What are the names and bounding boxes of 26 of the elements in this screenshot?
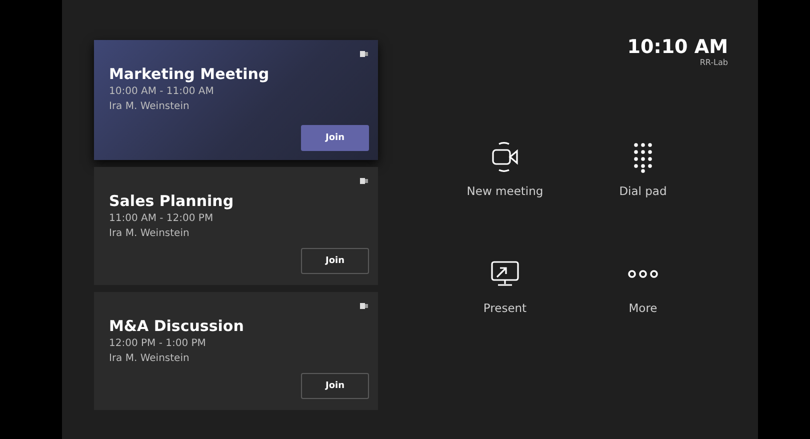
teams-logo-icon — [360, 177, 368, 185]
meeting-card[interactable]: Marketing Meeting 10:00 AM - 11:00 AM Ira M. Weinstein Join — [94, 40, 378, 160]
meeting-time: 10:00 AM - 11:00 AM — [109, 85, 215, 99]
room-name: RR-Lab — [700, 58, 728, 68]
teams-logo-icon — [360, 302, 368, 310]
meeting-title: Marketing Meeting — [109, 65, 270, 84]
action-button[interactable]: More — [574, 257, 712, 331]
meeting-time: 11:00 AM - 12:00 PM — [109, 212, 214, 226]
action-button[interactable]: Dial pad — [574, 140, 712, 214]
meeting-card[interactable]: Sales Planning 11:00 AM - 12:00 PM Ira M. Weinstein Join — [94, 167, 378, 285]
meeting-organizer: Ira M. Weinstein — [109, 352, 190, 366]
action-button[interactable]: New meeting — [436, 140, 574, 214]
action-button[interactable]: Present — [436, 257, 574, 331]
join-button[interactable]: Join — [301, 373, 369, 399]
meeting-card[interactable]: M&A Discussion 12:00 PM - 1:00 PM Ira M. Weinstein Join — [94, 292, 378, 410]
meeting-title: M&A Discussion — [109, 317, 245, 336]
meeting-organizer: Ira M. Weinstein — [109, 227, 190, 241]
join-button[interactable]: Join — [301, 248, 369, 274]
clock-time: 10:10 AM — [627, 36, 728, 58]
meeting-time: 12:00 PM - 1:00 PM — [109, 337, 207, 351]
join-button[interactable]: Join — [301, 125, 369, 151]
meeting-title: Sales Planning — [109, 192, 235, 211]
more-icon — [627, 269, 659, 279]
meeting-organizer: Ira M. Weinstein — [109, 100, 190, 114]
teams-logo-icon — [360, 50, 368, 58]
video-camera-icon — [489, 140, 521, 174]
